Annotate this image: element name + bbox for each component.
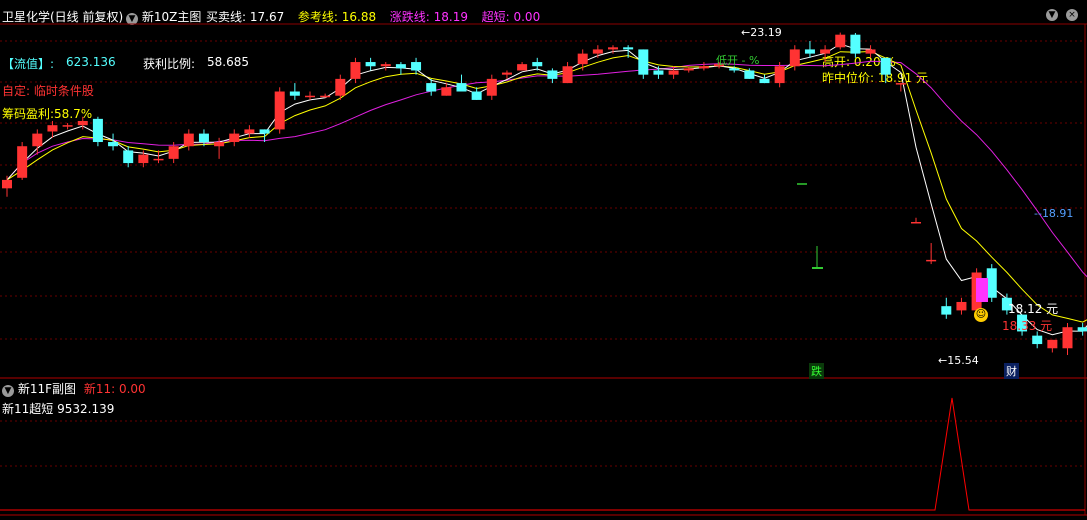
candle-body bbox=[683, 68, 694, 71]
candle-body bbox=[668, 70, 679, 75]
candle-body bbox=[17, 146, 28, 178]
candle-body bbox=[365, 62, 376, 67]
candle-body bbox=[471, 91, 482, 100]
candle-body bbox=[911, 221, 921, 224]
candle-body bbox=[729, 68, 740, 71]
low-price-label: ←15.54 bbox=[938, 354, 979, 367]
candle-body bbox=[820, 49, 831, 54]
main-chart bbox=[0, 23, 1087, 516]
reference-line bbox=[6, 50, 1087, 323]
candle-body bbox=[865, 49, 876, 54]
candle-body bbox=[895, 83, 906, 85]
candle-body bbox=[941, 306, 952, 315]
candle-body bbox=[426, 83, 437, 92]
candle-body bbox=[789, 49, 800, 67]
candle-body bbox=[32, 133, 43, 147]
candle-body bbox=[759, 78, 770, 84]
candle-body bbox=[956, 301, 967, 311]
candle-body bbox=[577, 53, 588, 65]
candle-body bbox=[305, 95, 315, 98]
candle-body bbox=[138, 154, 149, 164]
candle-body bbox=[335, 78, 346, 96]
candle-body bbox=[835, 34, 846, 48]
candle-body bbox=[653, 70, 664, 75]
candle-body bbox=[350, 62, 361, 79]
last-price-label: --18.91 bbox=[1034, 207, 1074, 220]
candle-body bbox=[92, 118, 103, 143]
candle-body bbox=[1062, 327, 1073, 349]
candle-body bbox=[47, 125, 58, 132]
candle-body bbox=[198, 133, 209, 143]
candle-body bbox=[547, 70, 558, 79]
candle-body bbox=[168, 146, 179, 159]
candle-body bbox=[153, 158, 164, 161]
candle-body bbox=[1047, 339, 1058, 349]
candle-body bbox=[183, 133, 194, 147]
high-price-label: ←23.19 bbox=[741, 26, 782, 39]
candle-body bbox=[880, 57, 891, 75]
candle-body bbox=[2, 179, 12, 189]
candle-body bbox=[698, 66, 709, 69]
candle-body bbox=[532, 62, 543, 67]
candle-body bbox=[289, 91, 300, 96]
candle-body bbox=[774, 66, 785, 84]
candle-body bbox=[244, 129, 255, 134]
candle-body bbox=[229, 133, 240, 143]
candle-body bbox=[608, 47, 618, 50]
candle-body bbox=[380, 64, 391, 67]
candle-body bbox=[320, 95, 331, 98]
candle-body bbox=[1077, 327, 1087, 332]
candle-body bbox=[214, 142, 225, 147]
candle-body bbox=[411, 62, 422, 71]
candle-body bbox=[562, 66, 573, 84]
candle-body bbox=[259, 129, 270, 134]
candle-body bbox=[804, 49, 815, 54]
candle-body bbox=[744, 70, 755, 79]
candle-body bbox=[986, 268, 997, 298]
highlight-candle bbox=[976, 278, 988, 302]
candle-body bbox=[1032, 335, 1043, 345]
candle-body bbox=[517, 64, 528, 71]
candle-body bbox=[501, 72, 512, 75]
smiley-icon: ☺ bbox=[974, 308, 988, 322]
candle-body bbox=[395, 64, 406, 69]
candle-body bbox=[77, 120, 88, 126]
candle-body bbox=[638, 49, 649, 75]
buy-sell-line bbox=[6, 43, 1087, 336]
sub-indicator-line bbox=[0, 397, 1085, 511]
candle-body bbox=[592, 49, 603, 54]
money-tag: 财 bbox=[1004, 363, 1019, 379]
candle-body bbox=[441, 87, 452, 96]
low-open-label: 低开 - % bbox=[716, 54, 760, 67]
sub-indicator-value: 新11: 0.00 bbox=[83, 382, 146, 396]
sub-header[interactable]: ▼ 新11F副图 新11: 0.00 bbox=[2, 380, 146, 397]
candle-body bbox=[123, 150, 134, 164]
chevron-down-icon[interactable]: ▼ bbox=[2, 385, 14, 397]
candle-body bbox=[850, 34, 861, 54]
drop-tag: 跌 bbox=[809, 363, 824, 379]
candle-body bbox=[62, 125, 73, 127]
sub-ultra-short: 新11超短 9532.139 bbox=[2, 402, 115, 416]
cost-price-2: 18.33 元 bbox=[1002, 319, 1053, 333]
candle-body bbox=[926, 259, 937, 262]
cost-price-1: 18.12 元 bbox=[1008, 302, 1059, 316]
candle-body bbox=[274, 91, 285, 130]
sub-indicator-name[interactable]: 新11F副图 bbox=[18, 382, 76, 396]
candle-body bbox=[486, 78, 497, 96]
candle-body bbox=[108, 142, 119, 147]
candle-body bbox=[456, 83, 467, 92]
candle-body bbox=[623, 47, 634, 50]
